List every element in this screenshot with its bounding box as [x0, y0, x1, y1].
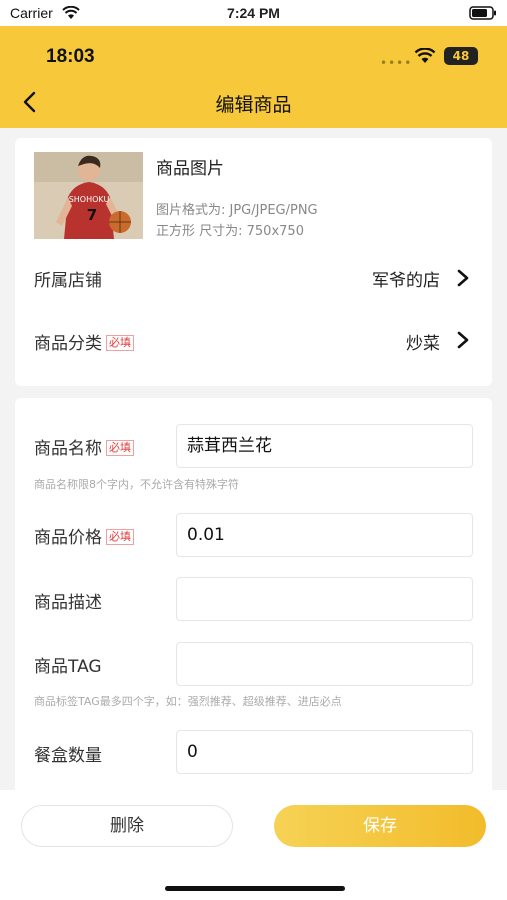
app-header: 18:03 •••• 48 编辑商品	[0, 26, 507, 128]
delete-button[interactable]: 删除	[21, 805, 233, 847]
store-label: 所属店铺	[34, 271, 102, 291]
image-size-hint: 正方形 尺寸为: 750x750	[156, 224, 304, 239]
image-label: 商品图片	[156, 159, 224, 179]
required-badge: 必填	[106, 335, 134, 351]
basic-info-card: SHOHOKU 7 商品图片 图片格式为: JPG/JPEG/PNG 正方形 尺…	[15, 138, 492, 386]
name-input[interactable]: 蒜茸西兰花	[176, 424, 473, 468]
inner-wifi-icon	[414, 48, 436, 63]
jersey-text: SHOHOKU	[69, 195, 110, 204]
product-form-card: 商品名称 必填 蒜茸西兰花 商品名称限8个字内，不允许含有特殊字符 商品价格 必填 …	[15, 398, 492, 798]
chevron-right-icon	[457, 269, 469, 287]
required-badge: 必填	[106, 440, 134, 456]
battery-icon	[469, 6, 496, 20]
signal-dots-icon: ••••	[380, 56, 413, 70]
tag-hint: 商品标签TAG最多四个字，如：强烈推荐、超级推荐、进店必点	[34, 695, 342, 708]
name-hint: 商品名称限8个字内，不允许含有特殊字符	[34, 478, 239, 491]
product-image[interactable]: SHOHOKU 7	[34, 152, 143, 239]
price-input[interactable]: 0.01	[176, 513, 473, 557]
price-label: 商品价格 必填	[34, 523, 134, 548]
tag-input[interactable]	[176, 642, 473, 686]
name-label-text: 商品名称	[34, 439, 102, 459]
description-input[interactable]	[176, 577, 473, 621]
page-title: 编辑商品	[215, 94, 292, 116]
bottom-action-bar: 删除 保存	[0, 790, 507, 900]
tag-label: 商品TAG	[34, 657, 102, 677]
category-label: 商品分类 必填	[34, 329, 134, 354]
price-label-text: 商品价格	[34, 528, 102, 548]
inner-battery-icon: 48	[444, 47, 478, 65]
box-count-input[interactable]: 0	[176, 730, 473, 774]
store-value: 军爷的店	[372, 271, 440, 291]
jersey-number: 7	[87, 206, 97, 224]
system-time: 7:24 PM	[227, 5, 280, 21]
image-format-hint: 图片格式为: JPG/JPEG/PNG	[156, 203, 318, 218]
description-label: 商品描述	[34, 593, 102, 613]
home-indicator[interactable]	[165, 886, 345, 891]
product-image-art: SHOHOKU 7	[34, 152, 143, 239]
inner-status-time: 18:03	[46, 46, 95, 67]
chevron-right-icon	[457, 331, 469, 349]
category-value: 炒菜	[406, 334, 440, 354]
name-label: 商品名称 必填	[34, 434, 134, 459]
battery-level: 48	[452, 49, 470, 63]
save-button[interactable]: 保存	[274, 805, 486, 847]
box-count-label: 餐盒数量	[34, 746, 102, 766]
system-status-bar: Carrier 7:24 PM	[0, 0, 507, 26]
required-badge: 必填	[106, 529, 134, 545]
category-label-text: 商品分类	[34, 334, 102, 354]
